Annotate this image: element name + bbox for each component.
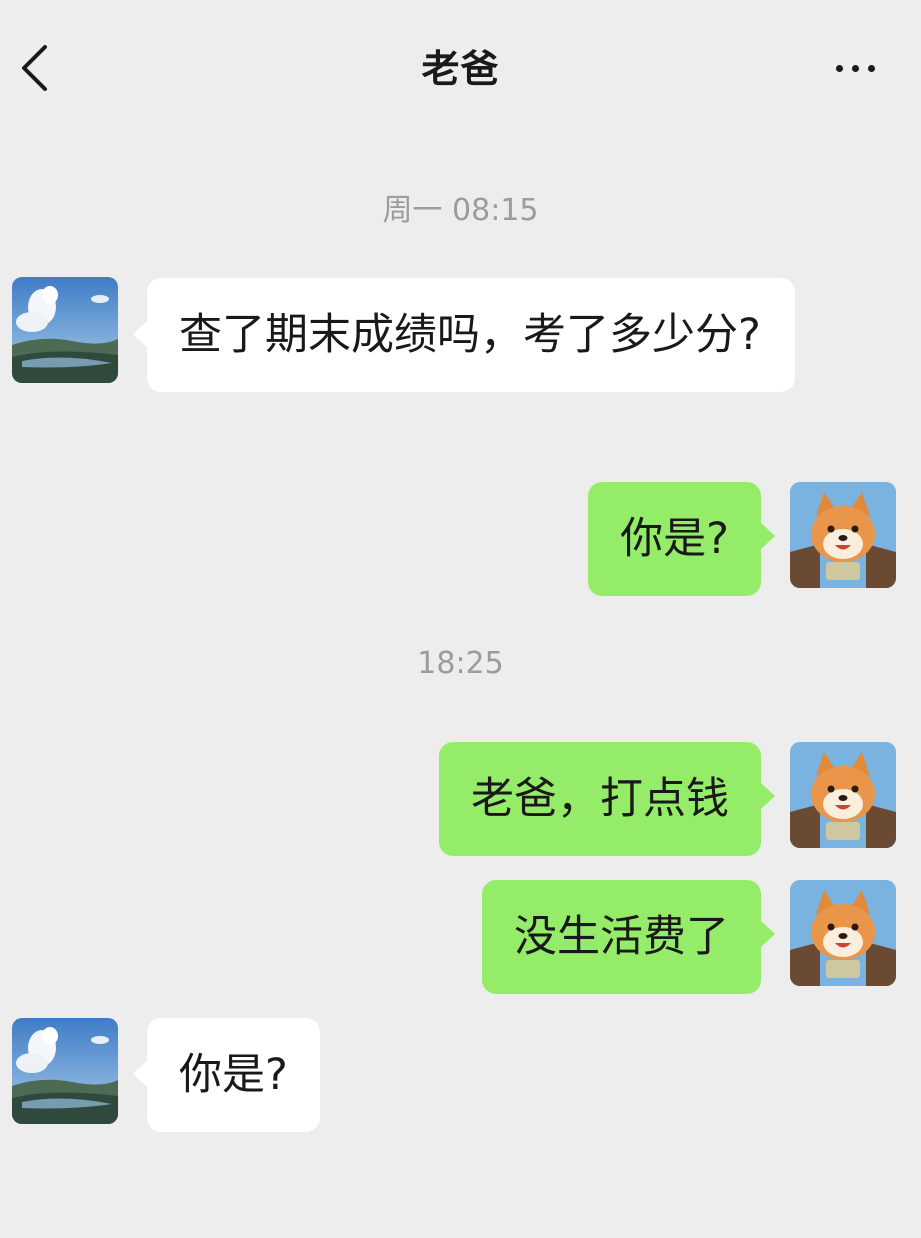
more-options-button[interactable] [825,48,885,88]
shiba-avatar-icon [790,482,896,588]
outgoing-message-bubble[interactable]: 没生活费了 [482,880,775,994]
incoming-message-bubble[interactable]: 查了期末成绩吗，考了多少分? [133,278,795,392]
outgoing-message-bubble[interactable]: 老爸，打点钱 [439,742,775,856]
chat-title: 老爸 [421,47,500,91]
landscape-avatar-icon [12,277,118,383]
message-text: 你是? [179,1050,288,1100]
more-dot [851,64,859,72]
message-timestamp: 18:25 [417,646,504,681]
message-timestamp: 周一 08:15 [382,193,539,228]
outgoing-message-bubble[interactable]: 你是? [588,482,775,596]
chat-header: 老爸 [0,0,921,130]
message-text: 查了期末成绩吗，考了多少分? [179,310,761,360]
message-text: 没生活费了 [514,912,729,962]
landscape-avatar-icon [12,1018,118,1124]
my-avatar[interactable] [790,880,896,986]
more-dot [867,64,875,72]
incoming-message-bubble[interactable]: 你是? [133,1018,320,1132]
contact-avatar[interactable] [12,277,118,383]
my-avatar[interactable] [790,742,896,848]
message-text: 老爸，打点钱 [471,774,729,824]
message-text: 你是? [620,514,729,564]
shiba-avatar-icon [790,742,896,848]
more-dots-icon [835,64,843,72]
contact-avatar[interactable] [12,1018,118,1124]
my-avatar[interactable] [790,482,896,588]
shiba-avatar-icon [790,880,896,986]
